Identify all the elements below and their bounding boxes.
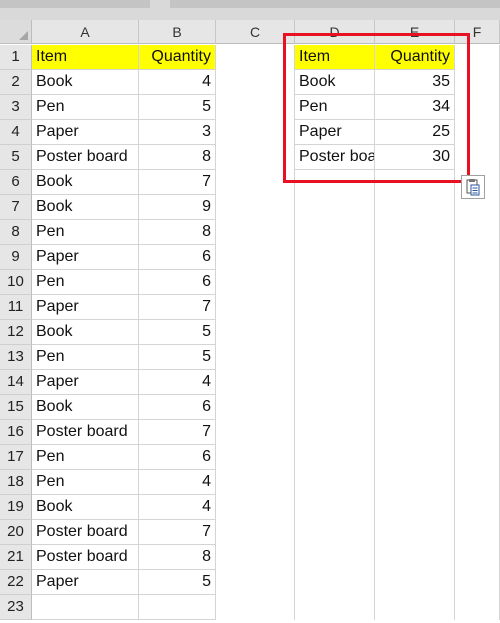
item-cell[interactable]: Pen	[32, 270, 139, 295]
item-cell[interactable]: Paper	[32, 295, 139, 320]
quantity-cell[interactable]: 7	[139, 420, 216, 445]
row-header[interactable]: 23	[0, 595, 32, 620]
quantity-cell[interactable]: 3	[139, 120, 216, 145]
column-header-d[interactable]: D	[295, 20, 375, 44]
quantity-cell[interactable]: 5	[139, 95, 216, 120]
quantity-cell[interactable]: 8	[139, 545, 216, 570]
item-cell[interactable]: Paper	[32, 120, 139, 145]
quantity-cell[interactable]: 8	[139, 145, 216, 170]
row-header[interactable]: 20	[0, 520, 32, 545]
quantity-cell[interactable]: 7	[139, 295, 216, 320]
column-header-b[interactable]: B	[139, 20, 216, 44]
item-cell[interactable]: Poster board	[32, 520, 139, 545]
summary-quantity-cell[interactable]: 25	[375, 120, 455, 145]
row-header[interactable]: 13	[0, 345, 32, 370]
row-header[interactable]: 8	[0, 220, 32, 245]
toolbar-segment	[0, 0, 150, 8]
row-header[interactable]: 7	[0, 195, 32, 220]
row-header[interactable]: 1	[0, 45, 32, 70]
cell-d1-item-header[interactable]: Item	[295, 45, 375, 70]
item-cell[interactable]: Paper	[32, 570, 139, 595]
column-header-e[interactable]: E	[375, 20, 455, 44]
summary-quantity-cell[interactable]: 35	[375, 70, 455, 95]
quantity-cell[interactable]: 4	[139, 70, 216, 95]
row-header[interactable]: 6	[0, 170, 32, 195]
column-header-a[interactable]: A	[32, 20, 139, 44]
item-cell[interactable]: Poster board	[32, 420, 139, 445]
item-cell[interactable]: Book	[32, 395, 139, 420]
row-header[interactable]: 22	[0, 570, 32, 595]
paste-options-button[interactable]	[461, 175, 485, 199]
row-header[interactable]: 3	[0, 95, 32, 120]
item-cell[interactable]: Poster board	[32, 145, 139, 170]
item-cell[interactable]: Pen	[32, 345, 139, 370]
column-d-empty-cells[interactable]	[295, 170, 375, 620]
cell-a1-item-header[interactable]: Item	[32, 45, 139, 70]
quantity-cell[interactable]: 4	[139, 495, 216, 520]
summary-item-cell[interactable]: Pen	[295, 95, 375, 120]
quantity-cell[interactable]: 6	[139, 445, 216, 470]
row-header[interactable]: 4	[0, 120, 32, 145]
row-header[interactable]: 5	[0, 145, 32, 170]
summary-item-cell[interactable]: Poster board	[295, 145, 375, 170]
row-header[interactable]: 19	[0, 495, 32, 520]
row-header[interactable]: 18	[0, 470, 32, 495]
row-header[interactable]: 11	[0, 295, 32, 320]
summary-quantity-cell[interactable]: 30	[375, 145, 455, 170]
column-c-empty-cells[interactable]	[216, 45, 295, 620]
row-header[interactable]: 17	[0, 445, 32, 470]
item-cell[interactable]: Book	[32, 170, 139, 195]
toolbar-segment	[170, 0, 500, 8]
item-cell[interactable]: Book	[32, 320, 139, 345]
cell-b1-quantity-header[interactable]: Quantity	[139, 45, 216, 70]
quantity-cell[interactable]: 7	[139, 170, 216, 195]
row-header[interactable]: 12	[0, 320, 32, 345]
column-header-c[interactable]: C	[216, 20, 295, 44]
quantity-cell[interactable]: 6	[139, 395, 216, 420]
row-header[interactable]: 16	[0, 420, 32, 445]
empty-cell[interactable]	[139, 595, 216, 620]
quantity-cell[interactable]: 9	[139, 195, 216, 220]
quantity-cell[interactable]: 5	[139, 345, 216, 370]
item-cell[interactable]: Book	[32, 70, 139, 95]
item-cell[interactable]: Book	[32, 495, 139, 520]
row-header[interactable]: 14	[0, 370, 32, 395]
empty-cell[interactable]	[32, 595, 139, 620]
quantity-cell[interactable]: 4	[139, 370, 216, 395]
summary-quantity-cell[interactable]: 34	[375, 95, 455, 120]
quantity-cell[interactable]: 7	[139, 520, 216, 545]
item-cell[interactable]: Poster board	[32, 545, 139, 570]
row-header[interactable]: 2	[0, 70, 32, 95]
row-header[interactable]: 10	[0, 270, 32, 295]
summary-item-cell[interactable]: Paper	[295, 120, 375, 145]
item-cell[interactable]: Pen	[32, 95, 139, 120]
item-cell[interactable]: Pen	[32, 445, 139, 470]
quantity-cell[interactable]: 8	[139, 220, 216, 245]
quantity-cell[interactable]: 4	[139, 470, 216, 495]
column-header-f[interactable]: F	[455, 20, 500, 44]
quantity-cell[interactable]: 5	[139, 320, 216, 345]
cell-e1-quantity-header[interactable]: Quantity	[375, 45, 455, 70]
row-header[interactable]: 9	[0, 245, 32, 270]
item-cell[interactable]: Book	[32, 195, 139, 220]
item-cell[interactable]: Pen	[32, 470, 139, 495]
summary-item-cell[interactable]: Book	[295, 70, 375, 95]
row-header[interactable]: 21	[0, 545, 32, 570]
quantity-cell[interactable]: 6	[139, 245, 216, 270]
row-header[interactable]: 15	[0, 395, 32, 420]
column-e-empty-cells[interactable]	[375, 170, 455, 620]
quantity-cell[interactable]: 6	[139, 270, 216, 295]
top-toolbar-strip	[0, 0, 500, 20]
quantity-cell[interactable]: 5	[139, 570, 216, 595]
paste-options-icon	[466, 179, 480, 196]
item-cell[interactable]: Paper	[32, 370, 139, 395]
select-all-corner[interactable]	[0, 20, 32, 44]
item-cell[interactable]: Paper	[32, 245, 139, 270]
item-cell[interactable]: Pen	[32, 220, 139, 245]
column-f-empty-cells[interactable]	[455, 45, 500, 620]
